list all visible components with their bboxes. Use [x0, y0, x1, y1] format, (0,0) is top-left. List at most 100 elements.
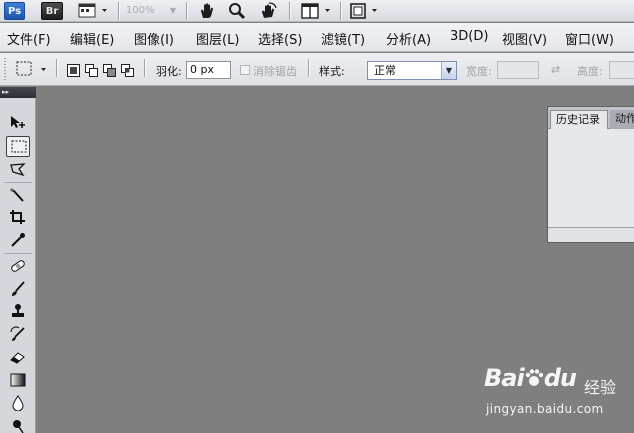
bridge-launch-button[interactable]: Br	[41, 2, 63, 20]
new-selection-button[interactable]	[67, 62, 80, 77]
menu-edit[interactable]: 编辑(E)	[70, 29, 114, 48]
move-arrow-icon	[11, 116, 25, 128]
blur-tool[interactable]	[6, 393, 30, 414]
menu-filter[interactable]: 滤镜(T)	[321, 29, 365, 48]
history-brush-tool[interactable]	[6, 324, 30, 345]
options-bar: 羽化: 0 px 消除锯齿 样式: 正常 ▼ 宽度: ⇄ 高度:	[0, 53, 634, 86]
screen-mode-button[interactable]	[348, 2, 384, 24]
film-strip-icon	[78, 3, 107, 18]
screen-mode-icon	[350, 3, 377, 19]
chevron-down-icon: ▼	[169, 6, 176, 15]
divider	[340, 2, 341, 20]
divider	[308, 59, 309, 77]
dodge-tool[interactable]	[6, 416, 30, 433]
history-brush-icon	[10, 326, 25, 341]
menu-file[interactable]: 文件(F)	[7, 29, 51, 48]
intersect-selection-button[interactable]	[121, 62, 134, 77]
style-select[interactable]: 正常 ▼	[367, 61, 457, 80]
divider	[186, 2, 187, 20]
new-selection-icon	[67, 64, 80, 77]
tools-panel-collapse-button[interactable]: ▸▸	[0, 87, 36, 98]
quick-selection-tool[interactable]	[6, 185, 30, 206]
rotate-view-tool-button[interactable]	[258, 2, 278, 24]
water-drop-icon	[12, 395, 24, 411]
subtract-from-selection-button[interactable]	[103, 62, 116, 77]
baidu-logo-text: Bai	[484, 364, 525, 392]
brush-icon	[12, 281, 25, 296]
feather-label: 羽化:	[156, 65, 182, 78]
baidu-logo-text-2: du	[543, 364, 577, 392]
divider	[144, 59, 145, 77]
eyedropper-icon	[11, 233, 25, 247]
divider	[118, 2, 119, 20]
antialias-label: 消除锯齿	[253, 65, 297, 78]
feather-input[interactable]: 0 px	[186, 61, 231, 79]
tab-history[interactable]: 历史记录	[550, 110, 608, 129]
photoshop-window: { "app_bar": { "ps_logo": "Ps", "bridge_…	[0, 0, 634, 433]
paw-icon	[525, 369, 543, 386]
divider	[56, 59, 57, 77]
hand-icon	[201, 3, 213, 18]
menu-layer[interactable]: 图层(L)	[196, 29, 239, 48]
gradient-icon	[10, 373, 26, 387]
chevron-down-icon: ▼	[441, 62, 456, 79]
baidu-logo: Bai du	[484, 364, 577, 392]
zoom-level-select[interactable]: 100% ▼	[126, 3, 178, 19]
width-input	[497, 61, 539, 79]
rotate-hand-icon	[262, 2, 277, 18]
menu-image[interactable]: 图像(I)	[134, 29, 174, 48]
photoshop-logo[interactable]: Ps	[4, 2, 25, 20]
dodge-icon	[13, 420, 24, 433]
menu-view[interactable]: 视图(V)	[502, 29, 547, 48]
clone-stamp-tool[interactable]	[6, 301, 30, 322]
arrange-icon	[301, 3, 330, 19]
panel-tabs: 历史记录 动作	[548, 107, 634, 129]
width-label: 宽度:	[466, 65, 492, 78]
eyedropper-tool[interactable]	[6, 230, 30, 251]
crop-icon	[10, 210, 25, 224]
marquee-icon	[11, 140, 27, 153]
crop-tool[interactable]	[6, 207, 30, 228]
arrange-documents-button[interactable]	[300, 2, 338, 24]
rectangular-marquee-icon	[16, 61, 46, 76]
tool-preset-picker[interactable]	[14, 60, 54, 82]
eraser-icon	[10, 352, 25, 364]
baidu-jingyan-watermark: Bai du 经验 jingyan.baidu.com	[478, 364, 634, 422]
intersect-selection-icon	[121, 64, 134, 77]
magnifier-icon	[229, 3, 246, 20]
bandage-icon	[11, 260, 25, 272]
spot-healing-tool[interactable]	[6, 256, 30, 277]
menu-window[interactable]: 窗口(W)	[565, 29, 614, 48]
add-to-selection-button[interactable]	[85, 62, 98, 77]
panel-footer	[548, 227, 634, 242]
zoom-tool-button[interactable]	[228, 2, 246, 24]
menu-3d[interactable]: 3D(D)	[450, 29, 488, 44]
hand-tool-button[interactable]	[198, 2, 216, 24]
magic-wand-icon	[10, 188, 24, 202]
move-tool[interactable]	[6, 113, 30, 134]
jingyan-text: 经验	[584, 378, 617, 397]
height-label: 高度:	[577, 65, 603, 78]
menu-analysis[interactable]: 分析(A)	[386, 29, 431, 48]
eraser-tool[interactable]	[6, 347, 30, 368]
swap-icon: ⇄	[551, 63, 561, 76]
menu-select[interactable]: 选择(S)	[258, 29, 302, 48]
divider	[4, 253, 32, 254]
history-panel: 历史记录 动作	[547, 106, 634, 243]
polygonal-lasso-icon	[10, 163, 26, 177]
height-input	[609, 61, 634, 79]
lasso-tool[interactable]	[6, 160, 30, 181]
style-label: 样式:	[319, 65, 345, 78]
brush-tool[interactable]	[6, 279, 30, 300]
options-bar-grip[interactable]	[4, 58, 6, 80]
tab-actions[interactable]: 动作	[610, 110, 634, 129]
divider	[289, 2, 290, 20]
watermark-url: jingyan.baidu.com	[486, 402, 604, 416]
divider	[4, 182, 32, 183]
add-selection-icon	[85, 64, 98, 77]
rectangular-marquee-tool[interactable]	[6, 136, 30, 157]
gradient-tool[interactable]	[6, 370, 30, 391]
tools-panel: ▸▸	[0, 87, 36, 433]
view-extras-button[interactable]	[76, 2, 112, 24]
application-bar: Ps Br 100% ▼	[0, 0, 634, 22]
